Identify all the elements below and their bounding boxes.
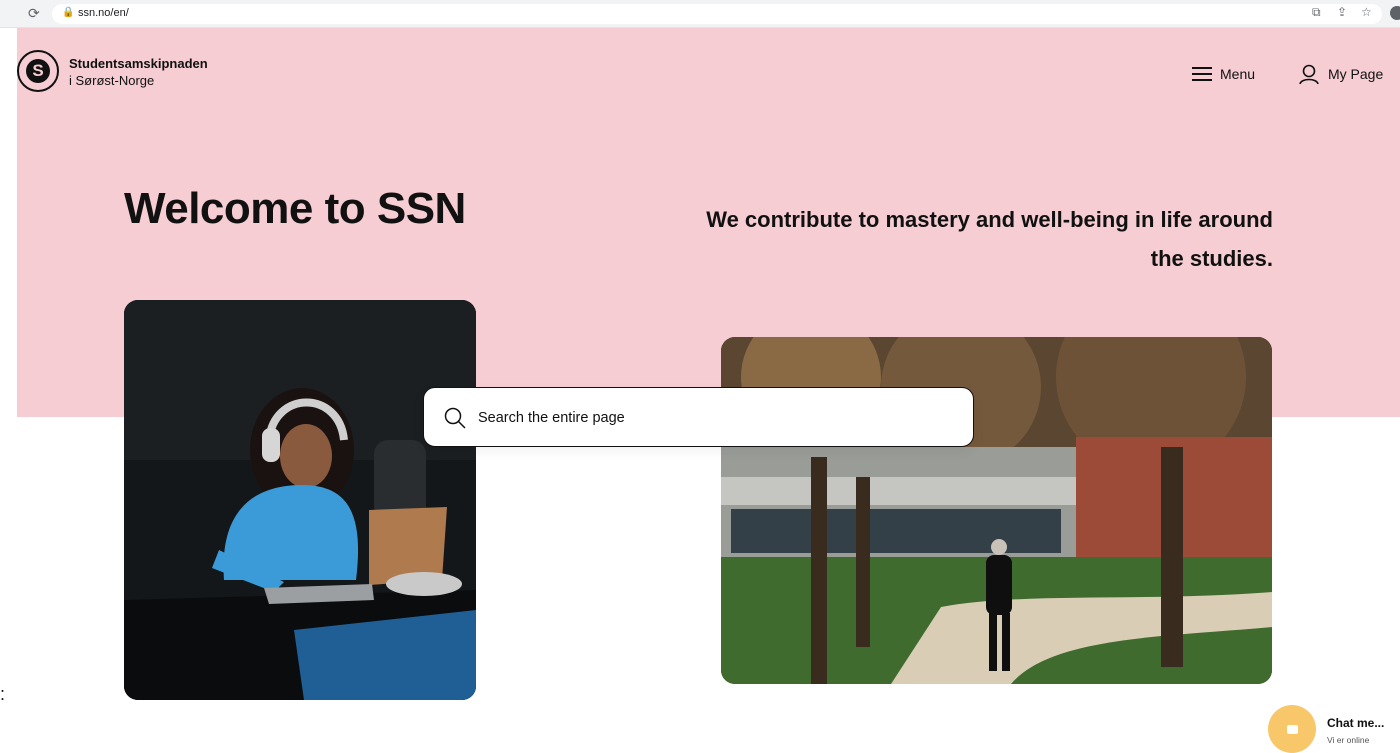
ssn-logo-icon[interactable]: S xyxy=(17,50,59,92)
logo-letter: S xyxy=(26,59,50,83)
search-input[interactable] xyxy=(478,401,958,435)
browser-toolbar: ⟳ 🔒 ssn.no/en/ ⧉ ⇪ ☆ xyxy=(0,0,1400,28)
stray-glyph: : xyxy=(0,684,6,704)
bookmark-star-icon[interactable]: ☆ xyxy=(1361,5,1372,19)
address-bar[interactable]: 🔒 ssn.no/en/ xyxy=(52,4,1382,24)
brand-name[interactable]: Studentsamskipnaden xyxy=(69,56,208,71)
page-title: Welcome to SSN xyxy=(124,184,466,233)
translate-icon[interactable]: ⧉ xyxy=(1312,5,1321,20)
lock-icon: 🔒 xyxy=(62,7,75,18)
hamburger-icon xyxy=(1192,67,1212,81)
profile-avatar-icon[interactable] xyxy=(1390,6,1400,20)
student-with-laptop-image xyxy=(124,300,476,700)
brand-region[interactable]: i Sørøst-Norge xyxy=(69,73,154,88)
site-search[interactable] xyxy=(423,387,974,447)
chat-widget[interactable]: Chat me... Vi er online xyxy=(1316,708,1400,752)
search-icon[interactable] xyxy=(444,407,466,429)
my-page-button[interactable]: My Page xyxy=(1298,62,1383,86)
user-icon xyxy=(1299,64,1319,85)
share-icon[interactable]: ⇪ xyxy=(1337,5,1347,19)
my-page-label: My Page xyxy=(1328,66,1384,82)
url-text: ssn.no/en/ xyxy=(78,7,129,19)
reload-icon[interactable]: ⟳ xyxy=(28,5,40,22)
hero-tagline: We contribute to mastery and well-being … xyxy=(706,207,1273,271)
chat-status: Vi er online xyxy=(1327,735,1370,745)
menu-button[interactable]: Menu xyxy=(1192,63,1255,85)
chat-icon xyxy=(1287,725,1298,734)
chat-launcher-button[interactable] xyxy=(1268,705,1316,753)
menu-label: Menu xyxy=(1220,66,1256,82)
chat-title: Chat me... xyxy=(1327,716,1385,730)
